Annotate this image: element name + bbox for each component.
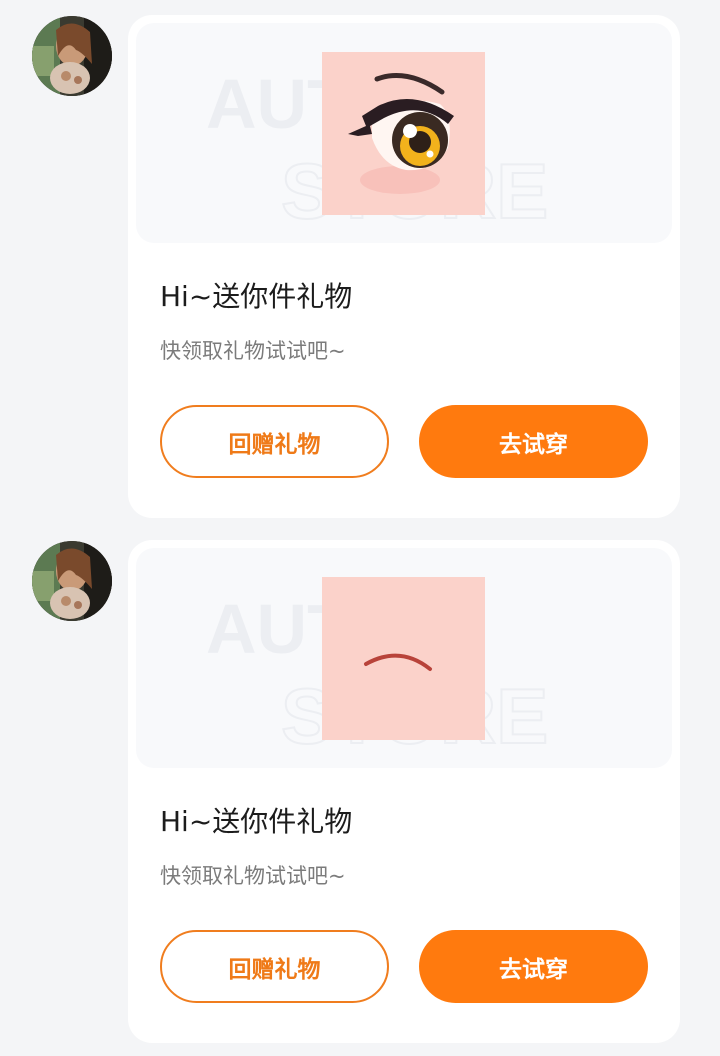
return-gift-button[interactable]: 回赠礼物 [160, 405, 389, 478]
gift-item-image[interactable] [322, 52, 485, 215]
gift-card: AUTAR STORE Hi~送你件礼物 快领取礼物试试吧~ 回赠礼物 去试穿 [128, 540, 680, 1043]
return-gift-button[interactable]: 回赠礼物 [160, 930, 389, 1003]
gift-title: Hi~送你件礼物 [160, 280, 353, 313]
gift-item-image[interactable] [322, 577, 485, 740]
user-avatar-photo [32, 541, 112, 621]
try-on-button[interactable]: 去试穿 [419, 930, 648, 1003]
gift-title: Hi~送你件礼物 [160, 805, 353, 838]
eyebrow-icon [322, 577, 485, 740]
user-avatar-photo [32, 16, 112, 96]
anime-eye-icon [322, 52, 485, 215]
sender-avatar[interactable] [32, 541, 112, 621]
try-on-button[interactable]: 去试穿 [419, 405, 648, 478]
gift-preview: AUTAR STORE [136, 548, 672, 768]
sender-avatar[interactable] [32, 16, 112, 96]
gift-subtitle: 快领取礼物试试吧~ [160, 339, 346, 363]
gift-subtitle: 快领取礼物试试吧~ [160, 864, 346, 888]
gift-preview: AUTAR STORE [136, 23, 672, 243]
gift-card: AUTAR STORE Hi~送你件礼物 快领取礼物试试吧~ [128, 15, 680, 518]
